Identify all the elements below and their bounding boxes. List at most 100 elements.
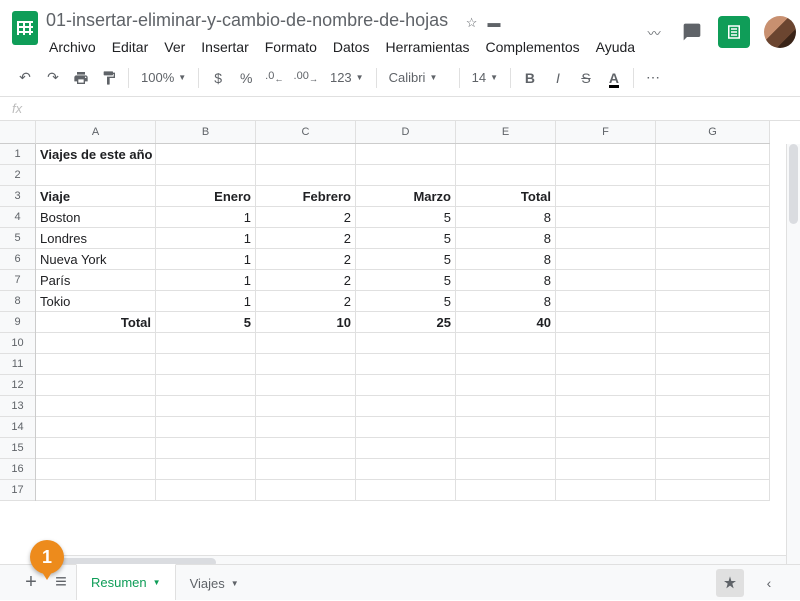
cell[interactable] [556, 375, 656, 396]
share-button[interactable] [718, 16, 750, 48]
cell[interactable] [156, 165, 256, 186]
zoom-select[interactable]: 100%▼ [135, 65, 192, 91]
cell[interactable] [556, 417, 656, 438]
cell[interactable] [156, 375, 256, 396]
cell[interactable] [656, 228, 770, 249]
cell[interactable]: 2 [256, 291, 356, 312]
cell[interactable] [156, 438, 256, 459]
column-header[interactable]: B [156, 121, 256, 143]
cell[interactable]: Febrero [256, 186, 356, 207]
menu-editar[interactable]: Editar [105, 35, 156, 59]
menu-formato[interactable]: Formato [258, 35, 324, 59]
cell[interactable] [356, 396, 456, 417]
cell[interactable] [36, 375, 156, 396]
folder-icon[interactable]: ▬ [487, 15, 500, 31]
cell[interactable] [656, 144, 770, 165]
cell[interactable]: Viajes de este año [36, 144, 156, 165]
row-header[interactable]: 7 [0, 270, 35, 291]
user-avatar[interactable] [764, 16, 796, 48]
cells-area[interactable]: Viajes de este añoViajeEneroFebreroMarzo… [36, 144, 770, 501]
cell[interactable]: 1 [156, 270, 256, 291]
row-header[interactable]: 4 [0, 207, 35, 228]
cell[interactable] [556, 333, 656, 354]
cell[interactable]: 5 [156, 312, 256, 333]
redo-button[interactable]: ↷ [40, 65, 66, 91]
menu-complementos[interactable]: Complementos [478, 35, 586, 59]
cell[interactable] [156, 417, 256, 438]
cell[interactable]: 1 [156, 207, 256, 228]
cell[interactable]: 5 [356, 228, 456, 249]
cell[interactable]: Tokio [36, 291, 156, 312]
cell[interactable] [456, 354, 556, 375]
menu-ayuda[interactable]: Ayuda [589, 35, 642, 59]
currency-button[interactable]: $ [205, 65, 231, 91]
collapse-button[interactable]: ‹ [754, 568, 784, 598]
cell[interactable] [456, 396, 556, 417]
cell[interactable] [256, 144, 356, 165]
cell[interactable]: 2 [256, 249, 356, 270]
cell[interactable] [356, 165, 456, 186]
cell[interactable]: 5 [356, 270, 456, 291]
cell[interactable] [356, 480, 456, 501]
cell[interactable] [456, 144, 556, 165]
cell[interactable]: 2 [256, 228, 356, 249]
cell[interactable]: Nueva York [36, 249, 156, 270]
row-header[interactable]: 17 [0, 480, 35, 501]
activity-icon[interactable]: 〰 [642, 20, 666, 44]
vertical-scrollbar[interactable] [786, 144, 800, 569]
cell[interactable] [356, 459, 456, 480]
cell[interactable] [556, 270, 656, 291]
cell[interactable]: Boston [36, 207, 156, 228]
row-header[interactable]: 6 [0, 249, 35, 270]
cell[interactable] [656, 249, 770, 270]
font-select[interactable]: Calibri▼ [383, 65, 453, 91]
cell[interactable] [656, 312, 770, 333]
row-header[interactable]: 10 [0, 333, 35, 354]
cell[interactable] [256, 480, 356, 501]
text-color-button[interactable]: A [601, 65, 627, 91]
cell[interactable]: 8 [456, 228, 556, 249]
cell[interactable]: 25 [356, 312, 456, 333]
select-all-corner[interactable] [0, 121, 36, 144]
cell[interactable]: 1 [156, 249, 256, 270]
decrease-decimal-button[interactable]: .0← [261, 65, 287, 91]
sheet-tab[interactable]: Resumen▼ [76, 564, 176, 600]
cell[interactable] [456, 417, 556, 438]
cell[interactable] [156, 333, 256, 354]
cell[interactable] [656, 375, 770, 396]
cell[interactable] [36, 165, 156, 186]
cell[interactable] [556, 480, 656, 501]
cell[interactable]: 8 [456, 270, 556, 291]
cell[interactable] [556, 354, 656, 375]
cell[interactable] [256, 459, 356, 480]
cell[interactable] [36, 417, 156, 438]
sheet-tab[interactable]: Viajes▼ [176, 565, 253, 601]
cell[interactable] [36, 333, 156, 354]
cell[interactable]: Enero [156, 186, 256, 207]
cell[interactable] [556, 144, 656, 165]
cell[interactable]: 2 [256, 207, 356, 228]
cell[interactable] [156, 396, 256, 417]
cell[interactable] [356, 333, 456, 354]
font-size-select[interactable]: 14▼ [466, 65, 504, 91]
percent-button[interactable]: % [233, 65, 259, 91]
cell[interactable]: Total [36, 312, 156, 333]
cell[interactable]: 8 [456, 249, 556, 270]
cell[interactable] [156, 480, 256, 501]
explore-button[interactable] [716, 569, 744, 597]
formula-input[interactable] [36, 101, 800, 116]
row-header[interactable]: 15 [0, 438, 35, 459]
column-header[interactable]: F [556, 121, 656, 143]
cell[interactable] [656, 207, 770, 228]
cell[interactable]: 2 [256, 270, 356, 291]
cell[interactable] [556, 165, 656, 186]
cell[interactable] [36, 396, 156, 417]
cell[interactable] [556, 249, 656, 270]
increase-decimal-button[interactable]: .00→ [290, 65, 322, 91]
row-header[interactable]: 5 [0, 228, 35, 249]
more-toolbar-button[interactable]: ⋯ [640, 65, 666, 91]
cell[interactable]: 1 [156, 291, 256, 312]
cell[interactable] [556, 291, 656, 312]
column-header[interactable]: G [656, 121, 770, 143]
cell[interactable] [456, 333, 556, 354]
